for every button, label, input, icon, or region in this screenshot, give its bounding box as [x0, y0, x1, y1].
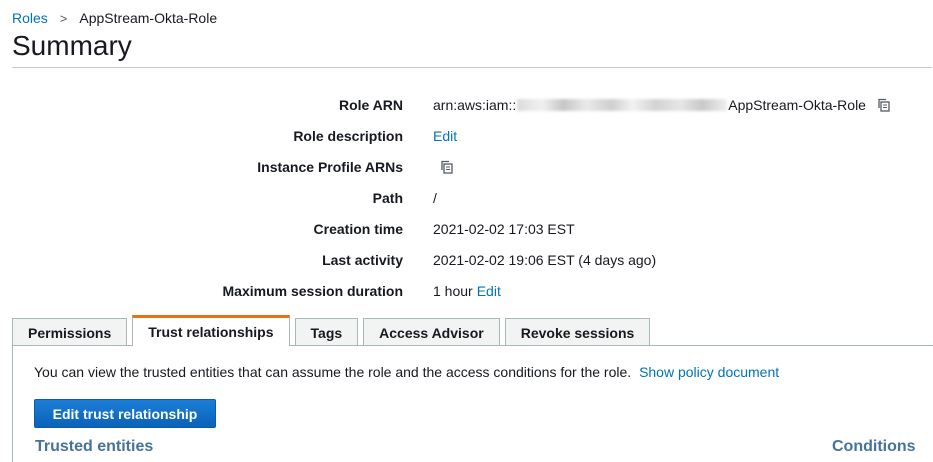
copy-icon[interactable]	[876, 97, 892, 113]
breadcrumb-current: AppStream-Okta-Role	[79, 10, 218, 26]
last-activity-value: 2021-02-02 19:06 EST (4 days ago)	[433, 251, 657, 268]
role-tabs: Permissions Trust relationships Tags Acc…	[12, 315, 655, 346]
last-activity-label: Last activity	[322, 251, 403, 268]
role-description-label: Role description	[293, 127, 403, 144]
breadcrumb-roles-link[interactable]: Roles	[12, 10, 48, 26]
trust-panel-description-row: You can view the trusted entities that c…	[34, 364, 779, 380]
trust-panel-description: You can view the trusted entities that c…	[34, 364, 632, 380]
tab-permissions[interactable]: Permissions	[12, 318, 128, 346]
max-session-label: Maximum session duration	[222, 282, 403, 299]
breadcrumb: Roles > AppStream-Okta-Role	[12, 10, 217, 26]
edit-trust-relationship-button[interactable]: Edit trust relationship	[34, 399, 216, 428]
max-session-value: 1 hour Edit	[433, 283, 501, 299]
creation-time-value: 2021-02-02 17:03 EST	[433, 220, 575, 237]
role-details: Role ARN arn:aws:iam:: AppStream-Okta-Ro…	[0, 89, 933, 306]
page-title: Summary	[12, 30, 132, 61]
detail-row-last-activity: Last activity 2021-02-02 19:06 EST (4 da…	[0, 244, 933, 275]
creation-time-label: Creation time	[313, 220, 403, 237]
instance-profile-arns-label: Instance Profile ARNs	[257, 158, 403, 175]
edit-session-duration-link[interactable]: Edit	[477, 283, 501, 299]
instance-profile-arns-value	[433, 159, 455, 175]
role-arn-suffix: AppStream-Okta-Role	[728, 96, 866, 113]
role-description-value: Edit	[433, 128, 457, 144]
tab-revoke-sessions[interactable]: Revoke sessions	[504, 318, 651, 346]
show-policy-document-link[interactable]: Show policy document	[639, 364, 779, 380]
detail-row-role-arn: Role ARN arn:aws:iam:: AppStream-Okta-Ro…	[0, 89, 933, 120]
detail-row-role-description: Role description Edit	[0, 120, 933, 151]
detail-row-max-session: Maximum session duration 1 hour Edit	[0, 275, 933, 306]
edit-description-link[interactable]: Edit	[433, 128, 457, 144]
conditions-heading: Conditions	[832, 438, 916, 455]
title-divider	[12, 67, 932, 68]
tab-trust-relationships[interactable]: Trust relationships	[132, 315, 290, 346]
trusted-entities-heading: Trusted entities	[35, 438, 154, 455]
path-value: /	[433, 189, 437, 206]
tab-access-advisor[interactable]: Access Advisor	[363, 318, 500, 346]
copy-icon[interactable]	[439, 159, 455, 175]
role-arn-prefix: arn:aws:iam::	[433, 96, 517, 113]
path-label: Path	[372, 189, 403, 206]
detail-row-instance-profile: Instance Profile ARNs	[0, 151, 933, 182]
role-arn-label: Role ARN	[338, 96, 403, 113]
tab-tags[interactable]: Tags	[294, 318, 359, 346]
trust-relationships-panel: You can view the trusted entities that c…	[12, 345, 933, 462]
redacted-account-id	[517, 98, 728, 111]
iam-role-summary-page: Roles > AppStream-Okta-Role Summary Role…	[0, 0, 933, 462]
detail-row-path: Path /	[0, 182, 933, 213]
max-session-duration: 1 hour	[433, 282, 473, 299]
role-arn-value: arn:aws:iam:: AppStream-Okta-Role	[433, 97, 892, 113]
detail-row-creation-time: Creation time 2021-02-02 17:03 EST	[0, 213, 933, 244]
chevron-right-icon: >	[59, 10, 68, 26]
